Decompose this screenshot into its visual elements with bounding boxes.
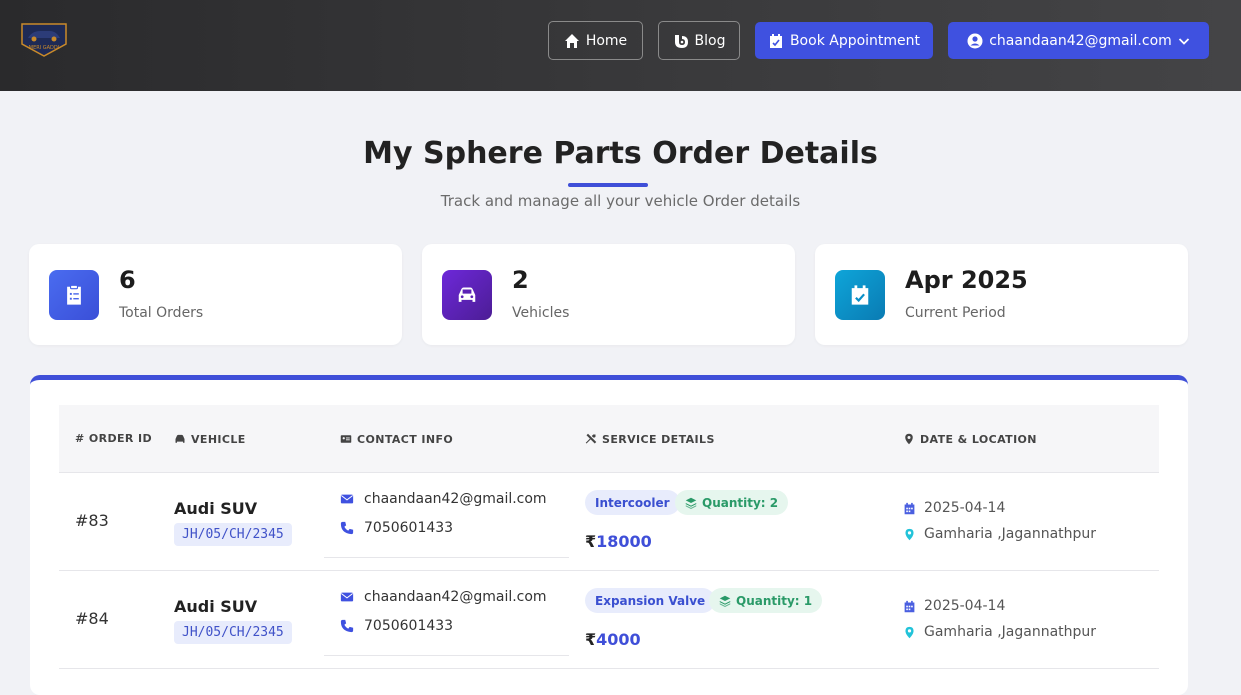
user-circle-icon (967, 33, 983, 48)
calendar-check-icon (769, 33, 782, 48)
book-appointment-label: Book Appointment (789, 32, 921, 49)
order-id: #84 (75, 609, 109, 628)
page-title: My Sphere Parts Order Details (363, 136, 878, 171)
table-header: # ORDER ID VEHICLE CONTACT INFO SERVICE … (59, 405, 1159, 473)
vehicle-name: Audi SUV (174, 597, 258, 616)
brand-logo[interactable]: MERI GADDI (18, 20, 70, 58)
calendar-icon (904, 502, 915, 514)
stat-label: Vehicles (512, 305, 570, 321)
quantity-chip: Quantity: 1 (709, 588, 823, 613)
stat-label: Total Orders (119, 305, 204, 321)
clipboard-icon (49, 270, 99, 320)
calendar-check-icon (835, 270, 885, 320)
title-underline (568, 183, 648, 187)
home-label: Home (585, 32, 628, 49)
table-row: #84 Audi SUV JH/05/CH/2345 chaandaan42@g… (59, 571, 1159, 669)
envelope-icon (340, 592, 354, 602)
orders-table-card: # ORDER ID VEHICLE CONTACT INFO SERVICE … (30, 375, 1188, 695)
chevron-down-icon (1178, 37, 1189, 45)
contact-cell: chaandaan42@gmail.com 7050601433 (324, 571, 569, 656)
quantity-chip: Quantity: 2 (675, 490, 789, 515)
stat-value: 6 (119, 266, 136, 294)
user-email-label: chaandaan42@gmail.com (989, 32, 1172, 49)
table-row: #83 Audi SUV JH/05/CH/2345 chaandaan42@g… (59, 473, 1159, 571)
contact-email: chaandaan42@gmail.com (340, 589, 547, 605)
stat-value: 2 (512, 266, 529, 294)
phone-icon (340, 521, 354, 535)
stat-label: Current Period (905, 305, 1006, 321)
vehicle-plate: JH/05/CH/2345 (174, 523, 292, 546)
home-icon (564, 33, 579, 48)
envelope-icon (340, 494, 354, 504)
page-subtitle: Track and manage all your vehicle Order … (440, 192, 801, 210)
layers-icon (685, 497, 697, 509)
map-pin-icon (905, 626, 914, 638)
home-button[interactable]: Home (548, 21, 643, 60)
part-chip: Expansion Valve (585, 588, 716, 613)
th-contact-info: CONTACT INFO (340, 405, 453, 473)
calendar-icon (904, 600, 915, 612)
part-chip: Intercooler (585, 490, 680, 515)
contact-phone: 7050601433 (340, 618, 453, 634)
order-price: ₹18000 (585, 532, 652, 551)
th-order-id: # ORDER ID (75, 432, 153, 445)
vehicle-plate: JH/05/CH/2345 (174, 621, 292, 644)
car-icon (175, 434, 185, 443)
order-date: 2025-04-14 (903, 500, 1005, 516)
order-price: ₹4000 (585, 630, 641, 649)
contact-email: chaandaan42@gmail.com (340, 491, 547, 507)
th-vehicle: VEHICLE (174, 405, 246, 473)
blog-icon (674, 34, 688, 48)
tools-icon (585, 433, 597, 444)
order-id: #83 (75, 511, 109, 530)
phone-icon (340, 619, 354, 633)
id-card-icon (340, 435, 352, 443)
stat-card-vehicles: 2 Vehicles (422, 244, 795, 345)
car-icon (442, 270, 492, 320)
contact-cell: chaandaan42@gmail.com 7050601433 (324, 473, 569, 558)
stat-card-current-period: Apr 2025 Current Period (815, 244, 1188, 345)
map-pin-icon (905, 433, 913, 445)
layers-icon (719, 595, 731, 607)
th-date-location: DATE & LOCATION (903, 405, 1037, 473)
blog-button[interactable]: Blog (658, 21, 740, 60)
order-location: Gamharia ,Jagannathpur (903, 526, 1096, 542)
stat-value: Apr 2025 (905, 266, 1028, 294)
order-location: Gamharia ,Jagannathpur (903, 624, 1096, 640)
order-date: 2025-04-14 (903, 598, 1005, 614)
user-menu-button[interactable]: chaandaan42@gmail.com (948, 22, 1209, 59)
th-service-details: SERVICE DETAILS (585, 405, 715, 473)
top-navbar: MERI GADDI Home Blog Book Appointment ch… (0, 0, 1241, 91)
stat-card-total-orders: 6 Total Orders (29, 244, 402, 345)
svg-text:MERI GADDI: MERI GADDI (29, 45, 59, 51)
vehicle-name: Audi SUV (174, 499, 258, 518)
blog-label: Blog (694, 32, 726, 49)
contact-phone: 7050601433 (340, 520, 453, 536)
map-pin-icon (905, 528, 914, 540)
book-appointment-button[interactable]: Book Appointment (755, 22, 933, 59)
